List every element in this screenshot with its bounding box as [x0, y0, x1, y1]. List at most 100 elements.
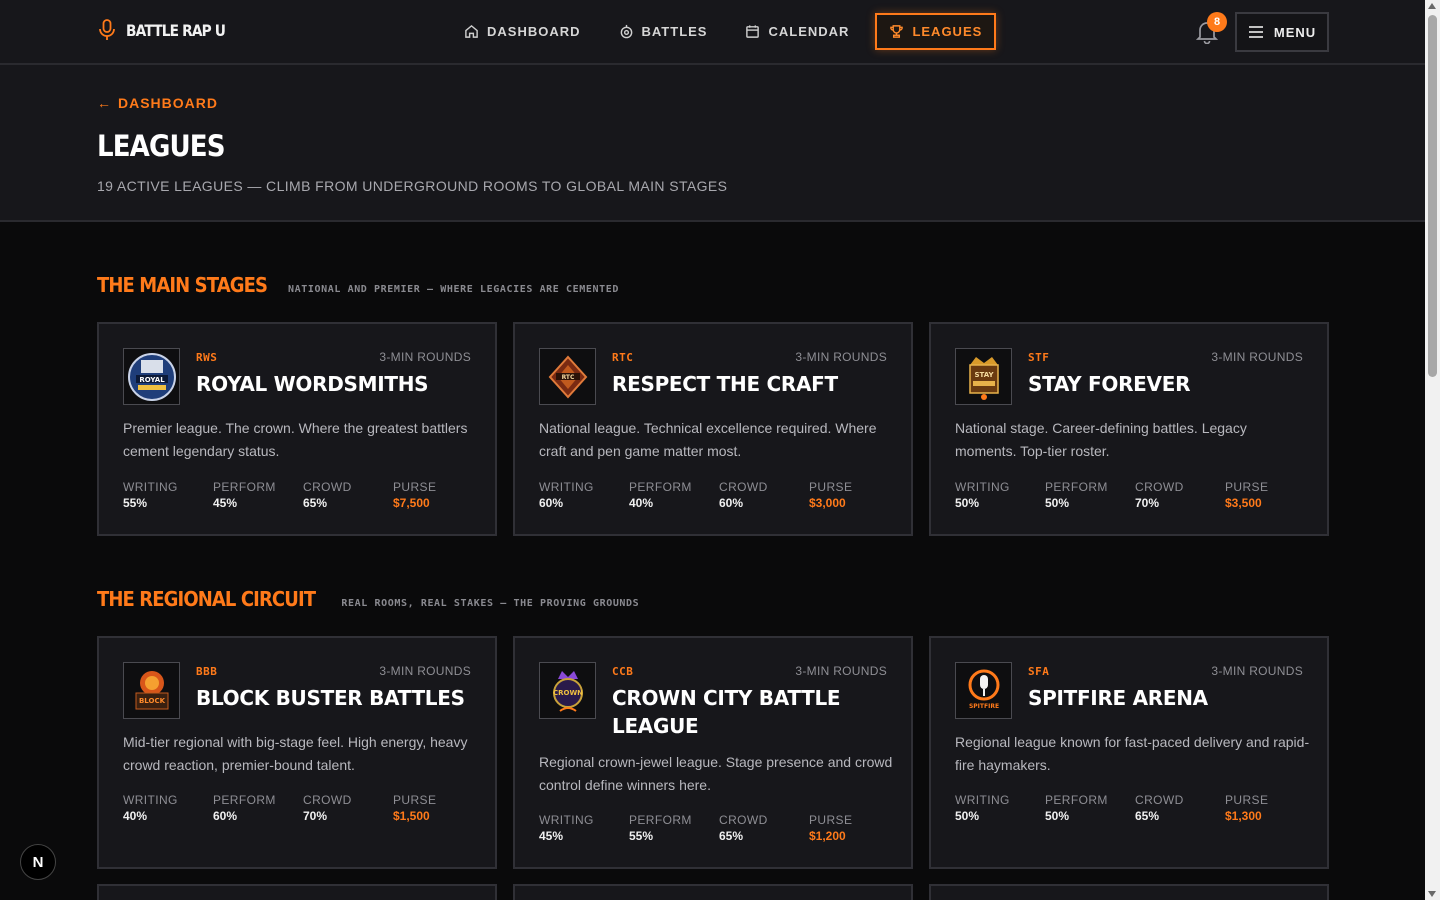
league-abbr: RWS [196, 351, 218, 364]
league-rounds: 3-MIN ROUNDS [1211, 350, 1303, 364]
league-logo-text: SPITFIRE [968, 703, 998, 710]
nav-leagues[interactable]: LEAGUES [875, 13, 997, 50]
stat-label: CROWD [1135, 793, 1184, 807]
stat-purse: PURSE $1,200 [809, 813, 899, 843]
stat-crowd: CROWD 70% [303, 793, 393, 823]
stat-value: $1,500 [393, 809, 430, 823]
league-abbr: CCB [612, 665, 634, 678]
section-subtitle: NATIONAL AND PREMIER — WHERE LEGACIES AR… [287, 284, 620, 295]
stat-value: $1,200 [809, 829, 846, 843]
league-logo-text: BLOCK [138, 697, 165, 705]
top-bar: BATTLE RAP U DASHBOARD BATTLES CALENDAR … [0, 0, 1425, 65]
stat-value: 40% [123, 809, 148, 823]
stat-label: CROWD [303, 480, 352, 494]
league-stats: WRITING 50% PERFORM 50% CROWD 65% PURSE $1,3… [955, 793, 1315, 823]
stat-value: 65% [303, 496, 328, 510]
home-icon [465, 24, 478, 38]
stat-value: 60% [719, 496, 744, 510]
stat-label: PERFORM [213, 480, 276, 494]
league-card-rws[interactable]: ROYAL RWS 3-MIN ROUNDS ROYAL WORDSMITHS … [97, 322, 497, 536]
stat-label: PURSE [393, 793, 437, 807]
league-name: STAY FOREVER [1028, 372, 1191, 396]
menu-button[interactable]: MENU [1235, 12, 1329, 52]
stat-value: 45% [539, 829, 564, 843]
dev-tools-button[interactable]: N [20, 844, 56, 880]
nav-dashboard-label: DASHBOARD [487, 24, 581, 39]
league-name: BLOCK BUSTER BATTLES [196, 686, 465, 710]
main-nav: DASHBOARD BATTLES CALENDAR LEAGUES [452, 13, 1010, 50]
league-description: National league. Technical excellence re… [539, 420, 877, 459]
stat-value: 50% [955, 809, 980, 823]
stat-label: PERFORM [629, 480, 692, 494]
scroll-up-arrow-icon[interactable] [1428, 3, 1436, 9]
league-logo: BLOCK [123, 662, 180, 719]
league-logo: STAY [955, 348, 1012, 405]
stat-label: WRITING [539, 813, 594, 827]
nav-battles[interactable]: BATTLES [607, 13, 720, 50]
nav-battles-label: BATTLES [641, 24, 708, 39]
brand-logo[interactable]: BATTLE RAP U [98, 19, 241, 41]
diamond-crest-icon: RTC [548, 355, 587, 398]
stat-purse: PURSE $1,500 [393, 793, 483, 823]
section-subtitle: REAL ROOMS, REAL STAKES — THE PROVING GR… [341, 598, 640, 609]
league-card-stf[interactable]: STAY STF 3-MIN ROUNDS STAY FOREVER Natio… [929, 322, 1329, 536]
stat-label: WRITING [539, 480, 594, 494]
stat-value: $7,500 [393, 496, 430, 510]
league-card-rtc[interactable]: RTC RTC 3-MIN ROUNDS RESPECT THE CRAFT N… [513, 322, 913, 536]
crown-badge-icon: STAY [968, 356, 999, 400]
arrow-left-icon: ← [97, 95, 112, 111]
page-title: LEAGUES [97, 129, 226, 163]
stat-value: 70% [303, 809, 328, 823]
scroll-down-arrow-icon[interactable] [1428, 891, 1436, 897]
page-subtitle: 19 ACTIVE LEAGUES — CLIMB FROM UNDERGROU… [97, 178, 728, 194]
stat-label: WRITING [123, 480, 178, 494]
stat-label: PERFORM [213, 793, 276, 807]
league-rounds: 3-MIN ROUNDS [795, 350, 887, 364]
nav-calendar-label: CALENDAR [768, 24, 850, 39]
stat-value: 40% [629, 496, 654, 510]
stat-value: 55% [629, 829, 654, 843]
section-header-regional-circuit: THE REGIONAL CIRCUIT REAL ROOMS, REAL ST… [97, 587, 639, 611]
league-name: RESPECT THE CRAFT [612, 372, 838, 396]
league-card-ccb[interactable]: CROWN CCB 3-MIN ROUNDS CROWN CITY BATTLE… [513, 636, 913, 869]
league-abbr: STF [1028, 351, 1050, 364]
stat-value: 65% [1135, 809, 1160, 823]
scrollbar-thumb[interactable] [1428, 15, 1437, 377]
stat-value: 70% [1135, 496, 1160, 510]
stat-value: $3,000 [809, 496, 846, 510]
back-link[interactable]: ← DASHBOARD [97, 95, 218, 111]
stat-label: PURSE [393, 480, 437, 494]
stat-crowd: CROWD 65% [303, 480, 393, 510]
league-abbr: BBB [196, 665, 218, 678]
calendar-icon [746, 25, 760, 38]
league-name: ROYAL WORDSMITHS [196, 372, 429, 396]
league-name: SPITFIRE ARENA [1028, 686, 1208, 710]
stat-crowd: CROWD 60% [719, 480, 809, 510]
stat-label: PERFORM [629, 813, 692, 827]
stat-writing: WRITING 60% [539, 480, 629, 510]
league-card-sfa[interactable]: SPITFIRE SFA 3-MIN ROUNDS SPITFIRE ARENA… [929, 636, 1329, 869]
stat-label: WRITING [955, 793, 1010, 807]
stat-label: PURSE [1225, 480, 1269, 494]
league-rounds: 3-MIN ROUNDS [795, 664, 887, 678]
league-stats: WRITING 45% PERFORM 55% CROWD 65% PURSE $1,2… [539, 813, 899, 843]
stat-label: PERFORM [1045, 793, 1108, 807]
page-scrollbar[interactable] [1425, 0, 1440, 900]
nav-calendar[interactable]: CALENDAR [733, 13, 861, 50]
league-logo-text: STAY [974, 371, 994, 379]
league-card-partial[interactable] [929, 884, 1329, 900]
league-card-partial[interactable] [97, 884, 497, 900]
stat-writing: WRITING 45% [539, 813, 629, 843]
shield-crest-icon: ROYAL [127, 352, 176, 401]
nav-leagues-label: LEAGUES [912, 24, 983, 39]
league-card-bbb[interactable]: BLOCK BBB 3-MIN ROUNDS BLOCK BUSTER BATT… [97, 636, 497, 869]
league-logo: ROYAL [123, 348, 180, 405]
stat-label: PURSE [1225, 793, 1269, 807]
nav-dashboard[interactable]: DASHBOARD [452, 13, 593, 50]
stat-value: 50% [955, 496, 980, 510]
league-card-partial[interactable] [513, 884, 913, 900]
stat-label: PERFORM [1045, 480, 1108, 494]
stat-value: 50% [1045, 496, 1070, 510]
stat-perform: PERFORM 40% [629, 480, 719, 510]
target-icon [620, 24, 632, 39]
